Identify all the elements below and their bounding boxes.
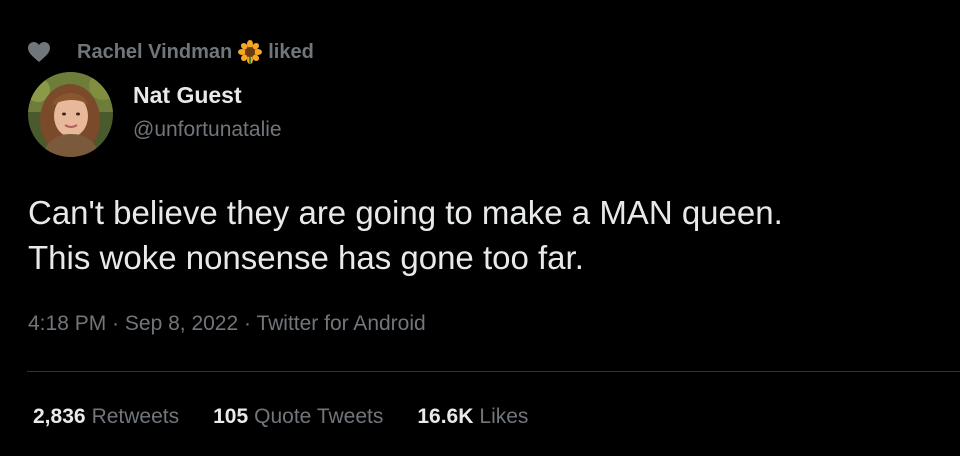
likes-count: 16.6K	[417, 405, 474, 428]
avatar[interactable]	[28, 72, 113, 157]
quote-tweets-label: Quote Tweets	[254, 405, 384, 428]
author-handle[interactable]: @unfortunatalie	[133, 118, 282, 142]
meta-separator: ·	[112, 312, 125, 335]
retweets-count: 2,836	[33, 405, 86, 428]
sunflower-icon	[238, 40, 263, 64]
likes-stat[interactable]: 16.6K Likes	[417, 405, 528, 429]
tweet-text-line: This woke nonsense has gone too far.	[28, 239, 584, 276]
meta-separator: ·	[244, 312, 257, 335]
likes-label: Likes	[479, 405, 529, 428]
quote-tweets-stat[interactable]: 105 Quote Tweets	[213, 405, 383, 429]
tweet-time[interactable]: 4:18 PM	[28, 312, 106, 335]
quote-tweets-count: 105	[213, 405, 249, 428]
tweet-source[interactable]: Twitter for Android	[256, 312, 425, 335]
author-display-name[interactable]: Nat Guest	[133, 82, 242, 109]
tweet-meta: 4:18 PM · Sep 8, 2022 · Twitter for Andr…	[28, 312, 426, 336]
retweets-label: Retweets	[91, 405, 180, 428]
retweets-stat[interactable]: 2,836 Retweets	[33, 405, 179, 429]
engagement-stats: 2,836 Retweets 105 Quote Tweets 16.6K Li…	[33, 405, 562, 429]
tweet-text: Can't believe they are going to make a M…	[28, 190, 948, 280]
tweet-card: Rachel Vindman liked Nat Guest @unfortun…	[0, 0, 960, 456]
heart-icon	[27, 41, 51, 63]
divider	[27, 371, 960, 372]
liked-action-label: liked	[268, 40, 314, 63]
liker-name[interactable]: Rachel Vindman	[77, 41, 232, 64]
tweet-date[interactable]: Sep 8, 2022	[125, 312, 238, 335]
tweet-text-line: Can't believe they are going to make a M…	[28, 194, 783, 231]
social-context: Rachel Vindman liked	[27, 38, 314, 66]
